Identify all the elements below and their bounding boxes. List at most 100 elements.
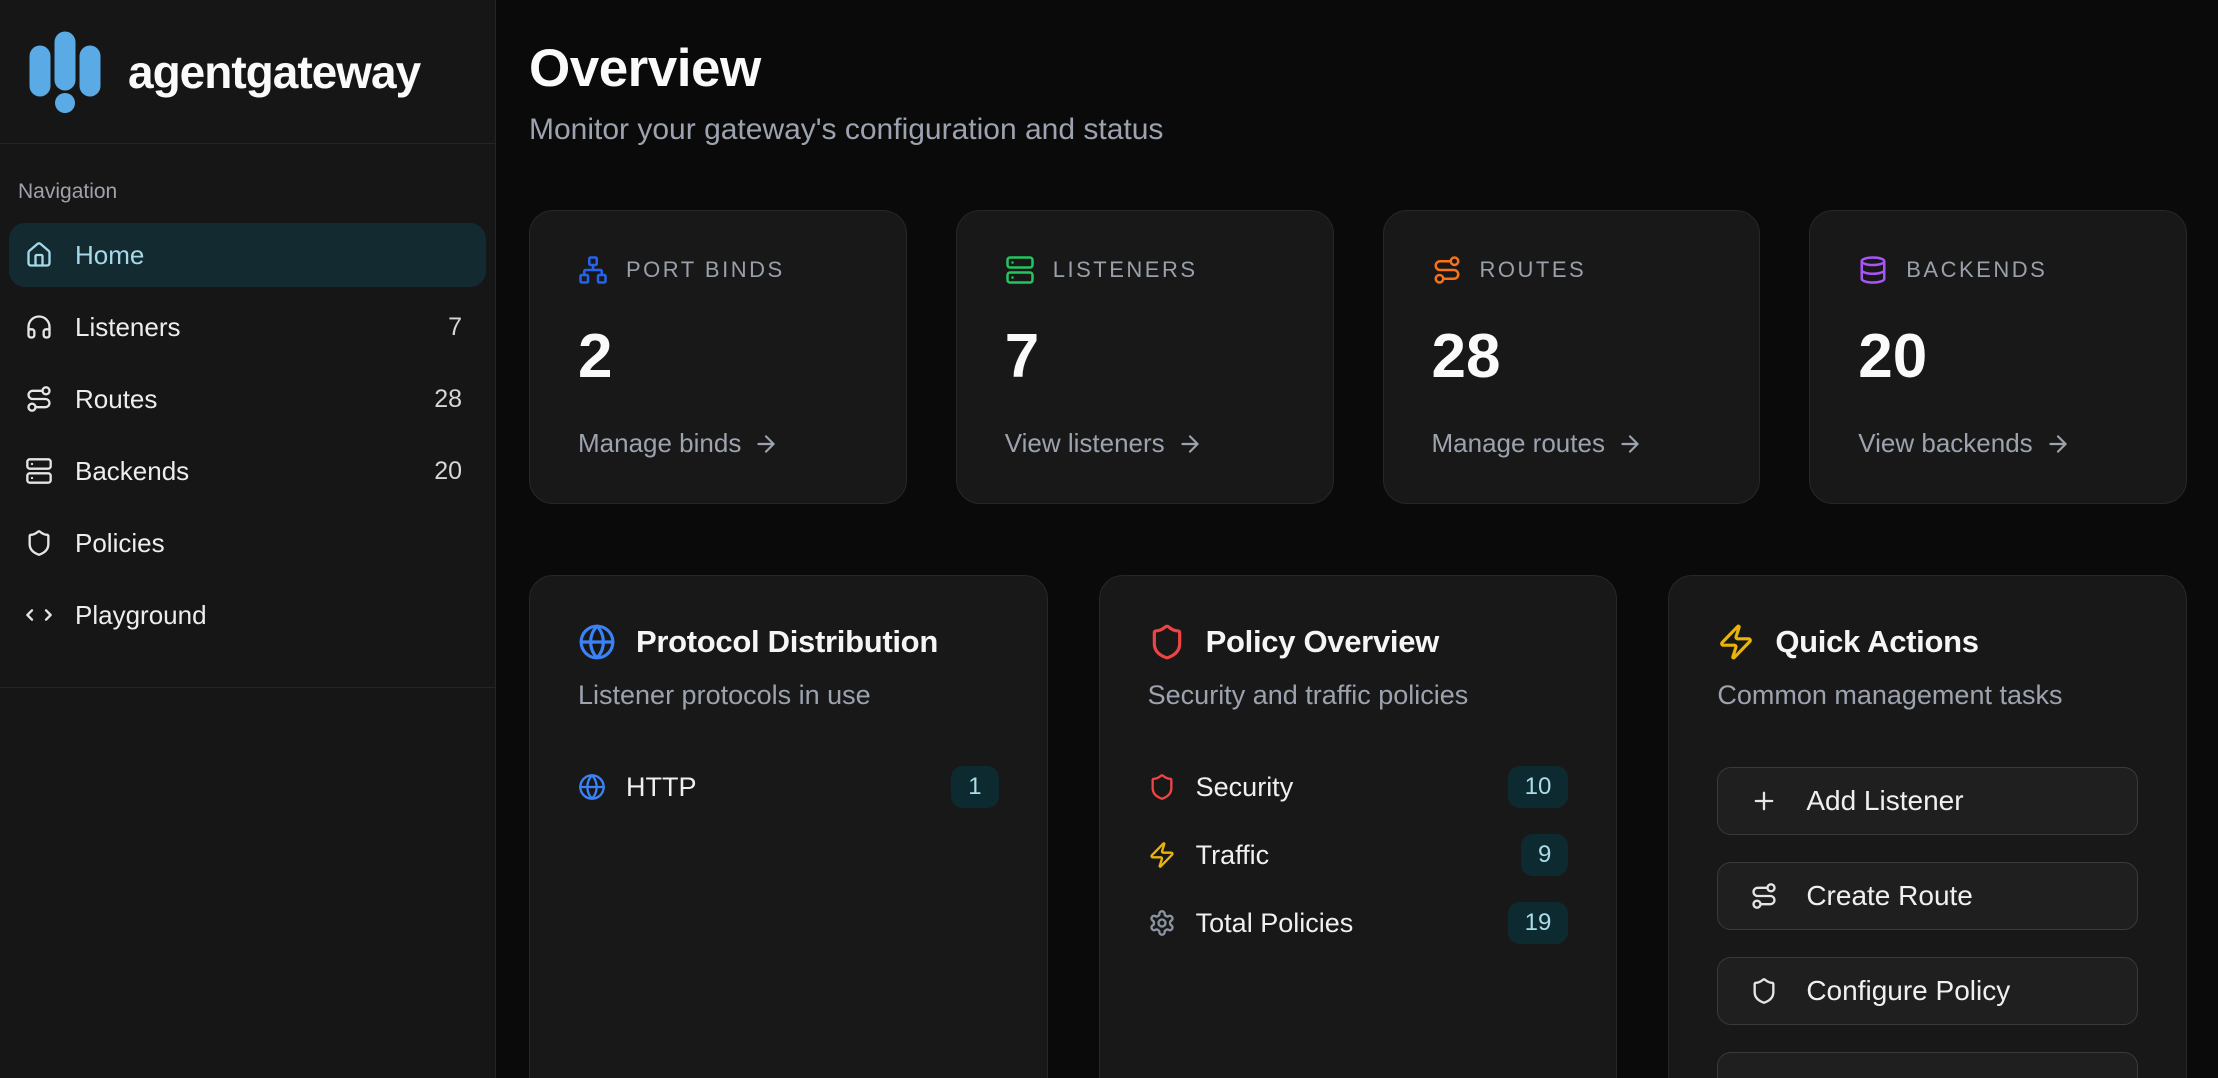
- policy-count-badge: 10: [1508, 766, 1569, 808]
- network-icon: [578, 255, 608, 285]
- stat-card-header: LISTENERS: [1005, 255, 1285, 285]
- quick-actions-card: Quick Actions Common management tasks Ad…: [1668, 575, 2187, 1078]
- policy-label: Total Policies: [1196, 908, 1354, 939]
- arrow-right-icon: [1177, 431, 1203, 457]
- sidebar-item-count: 28: [434, 385, 462, 414]
- create-route-button[interactable]: Create Route: [1717, 862, 2138, 930]
- sidebar: agentgateway Navigation Home Listeners 7…: [0, 0, 496, 1078]
- zap-icon: [1148, 841, 1176, 869]
- sidebar-nav: Navigation Home Listeners 7 Routes 28 Ba…: [0, 144, 495, 655]
- lower-row: Protocol Distribution Listener protocols…: [529, 575, 2187, 1078]
- stat-label: ROUTES: [1480, 257, 1587, 283]
- view-backends-link[interactable]: View backends: [1858, 428, 2138, 459]
- manage-routes-link[interactable]: Manage routes: [1432, 428, 1712, 459]
- nav-section-label: Navigation: [18, 180, 486, 204]
- stat-card-header: PORT BINDS: [578, 255, 858, 285]
- card-title: Quick Actions: [1775, 624, 1978, 660]
- policy-label: Traffic: [1196, 840, 1270, 871]
- button-label: Create Route: [1806, 880, 1973, 912]
- arrow-right-icon: [1617, 431, 1643, 457]
- shield-icon: [1148, 623, 1186, 661]
- route-icon: [1750, 882, 1778, 910]
- shield-icon: [1148, 773, 1176, 801]
- sidebar-item-routes[interactable]: Routes 28: [9, 367, 486, 431]
- add-listener-button[interactable]: Add Listener: [1717, 767, 2138, 835]
- policy-count-badge: 9: [1521, 834, 1568, 876]
- protocol-row-http: HTTP 1: [578, 767, 999, 807]
- stat-label: PORT BINDS: [626, 257, 785, 283]
- sidebar-item-home[interactable]: Home: [9, 223, 486, 287]
- policy-row-total: Total Policies 19: [1148, 903, 1569, 943]
- card-header: Protocol Distribution: [578, 620, 999, 664]
- plus-icon: [1750, 787, 1778, 815]
- quick-actions-list: Add Listener Create Route Configure Poli…: [1717, 767, 2138, 1078]
- stat-value: 28: [1432, 321, 1712, 392]
- globe-icon: [578, 623, 616, 661]
- protocol-distribution-card: Protocol Distribution Listener protocols…: [529, 575, 1048, 1078]
- policy-row-security: Security 10: [1148, 767, 1569, 807]
- sidebar-item-listeners[interactable]: Listeners 7: [9, 295, 486, 359]
- route-icon: [25, 385, 53, 413]
- stat-value: 7: [1005, 321, 1285, 392]
- sidebar-divider: [0, 687, 495, 688]
- card-header: Policy Overview: [1148, 620, 1569, 664]
- stat-card-header: ROUTES: [1432, 255, 1712, 285]
- protocol-list: HTTP 1: [578, 767, 999, 807]
- stat-card-routes: ROUTES 28 Manage routes: [1383, 210, 1761, 504]
- card-title: Protocol Distribution: [636, 624, 938, 660]
- home-icon: [25, 241, 53, 269]
- server-icon: [25, 457, 53, 485]
- stat-link-label: Manage routes: [1432, 428, 1605, 459]
- globe-icon: [578, 773, 606, 801]
- headphones-icon: [25, 313, 53, 341]
- stat-label: BACKENDS: [1906, 257, 2047, 283]
- code-icon: [25, 601, 53, 629]
- sidebar-item-count: 20: [434, 457, 462, 486]
- app-logo[interactable]: agentgateway: [0, 0, 495, 144]
- button-label: Configure Policy: [1806, 975, 2010, 1007]
- policy-label: Security: [1196, 772, 1294, 803]
- server-icon: [1005, 255, 1035, 285]
- stat-link-label: View backends: [1858, 428, 2032, 459]
- settings-icon: [1148, 909, 1176, 937]
- manage-binds-link[interactable]: Manage binds: [578, 428, 858, 459]
- agentgateway-logo-icon: [28, 30, 102, 114]
- protocol-count-badge: 1: [951, 766, 998, 808]
- policy-count-badge: 19: [1508, 902, 1569, 944]
- sidebar-item-playground[interactable]: Playground: [9, 583, 486, 647]
- stat-card-header: BACKENDS: [1858, 255, 2138, 285]
- main-content: Overview Monitor your gateway's configur…: [496, 0, 2218, 1078]
- sidebar-item-label: Policies: [75, 528, 165, 559]
- page-title: Overview: [529, 40, 2187, 97]
- stat-card-backends: BACKENDS 20 View backends: [1809, 210, 2187, 504]
- protocol-label: HTTP: [626, 772, 697, 803]
- shield-icon: [1750, 977, 1778, 1005]
- card-header: Quick Actions: [1717, 620, 2138, 664]
- stat-card-listeners: LISTENERS 7 View listeners: [956, 210, 1334, 504]
- policy-overview-card: Policy Overview Security and traffic pol…: [1099, 575, 1618, 1078]
- configure-policy-button[interactable]: Configure Policy: [1717, 957, 2138, 1025]
- sidebar-item-backends[interactable]: Backends 20: [9, 439, 486, 503]
- card-subtitle: Security and traffic policies: [1148, 678, 1569, 712]
- arrow-right-icon: [2045, 431, 2071, 457]
- logo-text: agentgateway: [128, 45, 420, 99]
- stat-label: LISTENERS: [1053, 257, 1198, 283]
- shield-icon: [25, 529, 53, 557]
- sidebar-item-policies[interactable]: Policies: [9, 511, 486, 575]
- card-subtitle: Listener protocols in use: [578, 678, 999, 712]
- stat-value: 20: [1858, 321, 2138, 392]
- stat-card-port-binds: PORT BINDS 2 Manage binds: [529, 210, 907, 504]
- stat-link-label: View listeners: [1005, 428, 1165, 459]
- sidebar-item-label: Routes: [75, 384, 157, 415]
- quick-action-button-4[interactable]: [1717, 1052, 2138, 1078]
- stats-row: PORT BINDS 2 Manage binds LISTENERS 7 Vi…: [529, 210, 2187, 504]
- button-label: Add Listener: [1806, 785, 1963, 817]
- view-listeners-link[interactable]: View listeners: [1005, 428, 1285, 459]
- stat-value: 2: [578, 321, 858, 392]
- stat-link-label: Manage binds: [578, 428, 741, 459]
- policy-list: Security 10 Traffic 9 Total Policies 19: [1148, 767, 1569, 943]
- sidebar-item-label: Backends: [75, 456, 189, 487]
- zap-icon: [1717, 623, 1755, 661]
- database-icon: [1858, 255, 1888, 285]
- card-subtitle: Common management tasks: [1717, 678, 2138, 712]
